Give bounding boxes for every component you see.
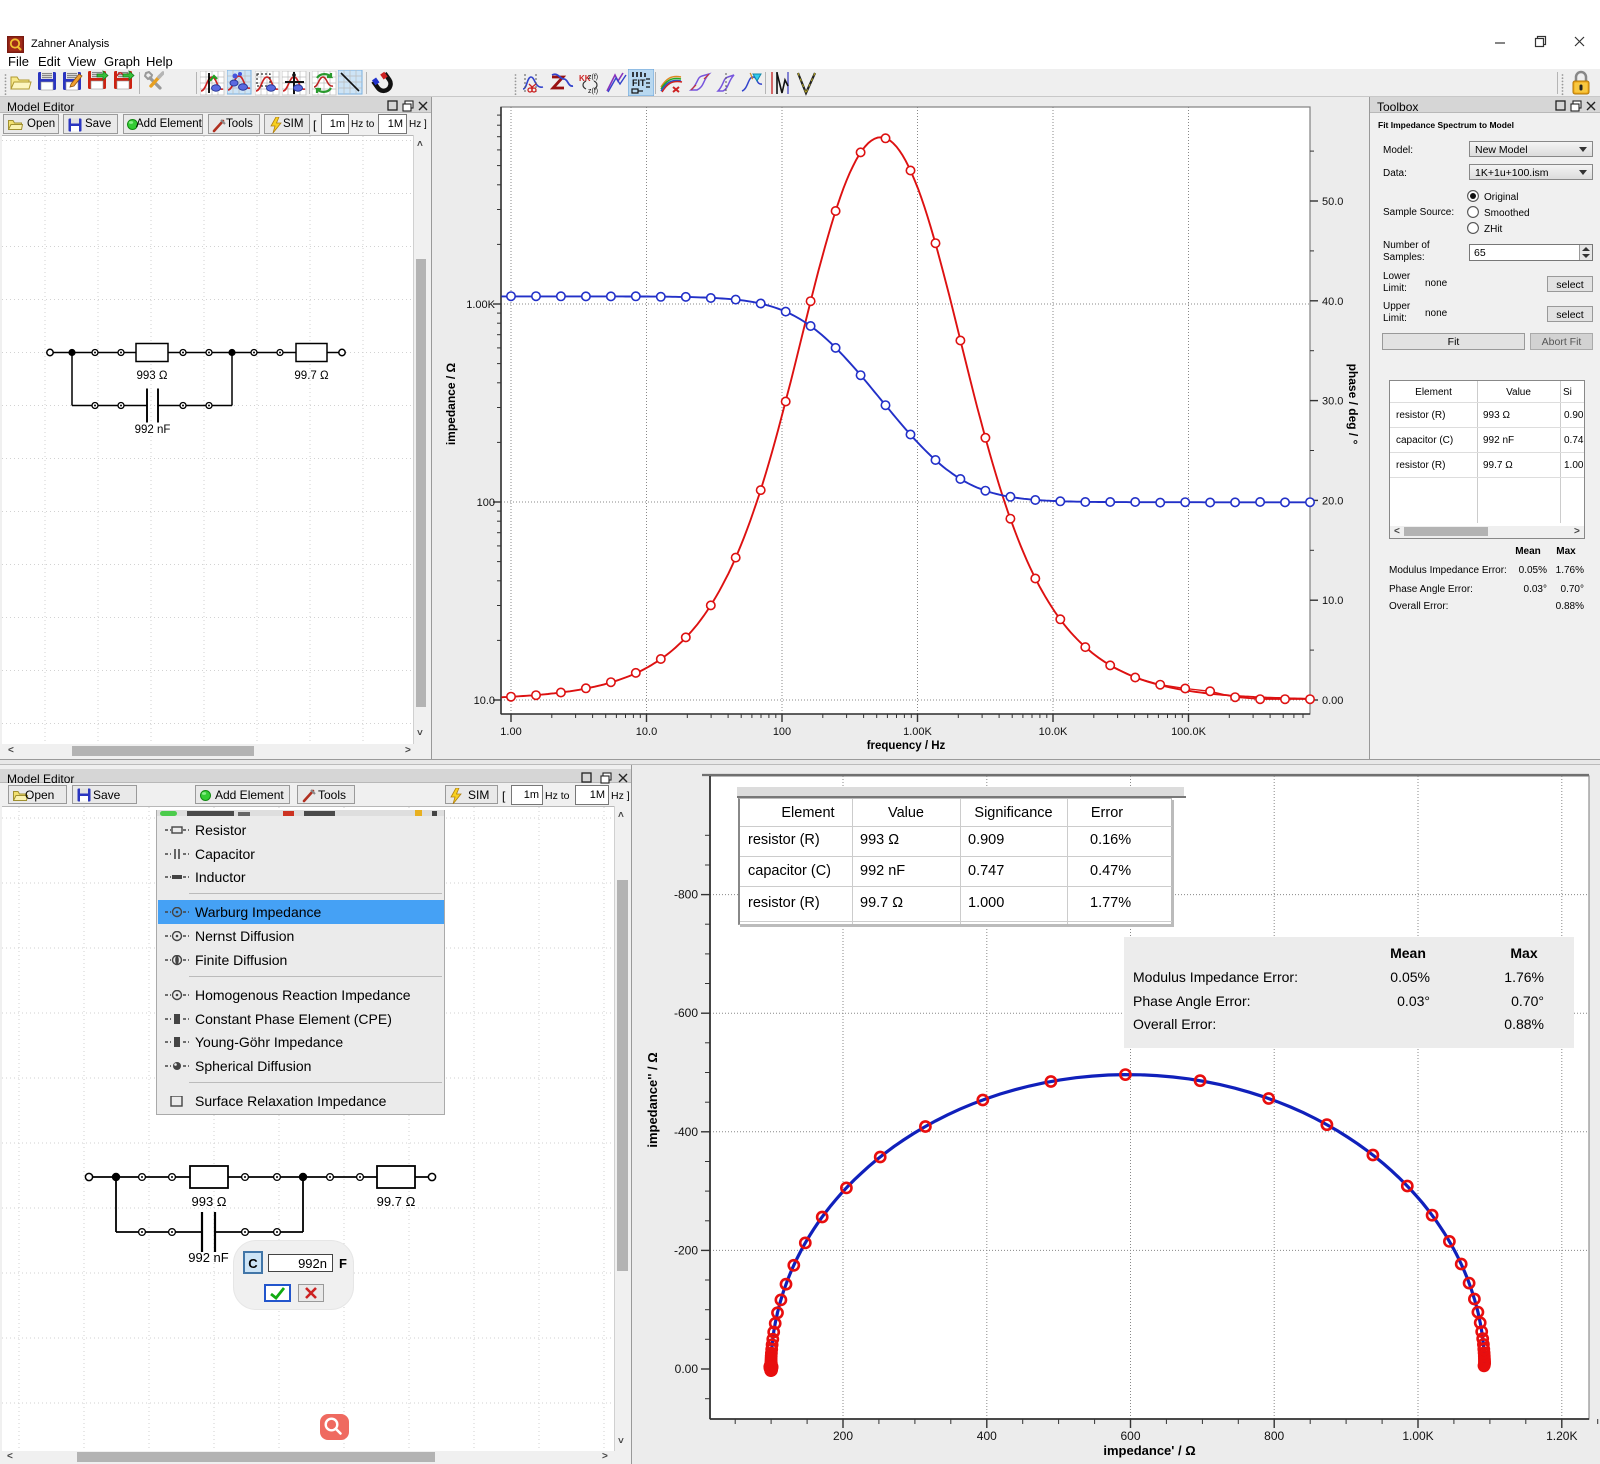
svg-text:100: 100	[773, 726, 791, 738]
svg-text:1.00K: 1.00K	[466, 299, 495, 311]
svg-text:400: 400	[977, 1429, 997, 1443]
svg-text:30.0: 30.0	[1322, 396, 1343, 408]
svg-text:1.00K: 1.00K	[1402, 1429, 1433, 1443]
svg-text:600: 600	[1120, 1429, 1140, 1443]
svg-text:0.00: 0.00	[1322, 695, 1343, 707]
svg-text:100: 100	[477, 497, 495, 509]
svg-text:50.0: 50.0	[1322, 196, 1343, 208]
svg-text:20.0: 20.0	[1322, 495, 1343, 507]
svg-text:800: 800	[1264, 1429, 1284, 1443]
svg-text:0.00: 0.00	[675, 1362, 699, 1376]
svg-text:-200: -200	[674, 1243, 698, 1257]
svg-text:impedance' / Ω: impedance' / Ω	[1103, 1443, 1195, 1458]
svg-text:impedance'' / Ω: impedance'' / Ω	[645, 1052, 660, 1147]
svg-text:99.7 Ω: 99.7 Ω	[377, 1194, 416, 1209]
svg-text:-600: -600	[674, 1006, 698, 1020]
svg-text:993 Ω: 993 Ω	[191, 1194, 226, 1209]
svg-text:992 nF: 992 nF	[135, 424, 171, 436]
svg-text:993 Ω: 993 Ω	[137, 370, 168, 382]
svg-text:200: 200	[833, 1429, 853, 1443]
svg-text:FIT: FIT	[632, 78, 646, 88]
svg-text:10.0: 10.0	[1322, 595, 1343, 607]
svg-text:100.0K: 100.0K	[1171, 726, 1207, 738]
svg-text:40.0: 40.0	[1322, 296, 1343, 308]
svg-text:1.20K: 1.20K	[1546, 1429, 1577, 1443]
svg-text:z(f): z(f)	[588, 74, 598, 81]
svg-text:z(f): z(f)	[588, 88, 598, 95]
svg-text:1.00: 1.00	[500, 726, 521, 738]
svg-text:frequency / Hz: frequency / Hz	[867, 740, 946, 752]
svg-text:-800: -800	[674, 888, 698, 902]
svg-text:phase / deg / °: phase / deg / °	[1346, 364, 1360, 445]
svg-text:impedance / Ω: impedance / Ω	[444, 362, 458, 445]
svg-text:992 nF: 992 nF	[188, 1250, 229, 1265]
svg-text:10.0: 10.0	[636, 726, 657, 738]
svg-text:10.0K: 10.0K	[1039, 726, 1068, 738]
svg-text:-400: -400	[674, 1125, 698, 1139]
svg-text:99.7 Ω: 99.7 Ω	[294, 370, 329, 382]
svg-text:10.0: 10.0	[474, 695, 495, 707]
svg-text:1.00K: 1.00K	[903, 726, 932, 738]
